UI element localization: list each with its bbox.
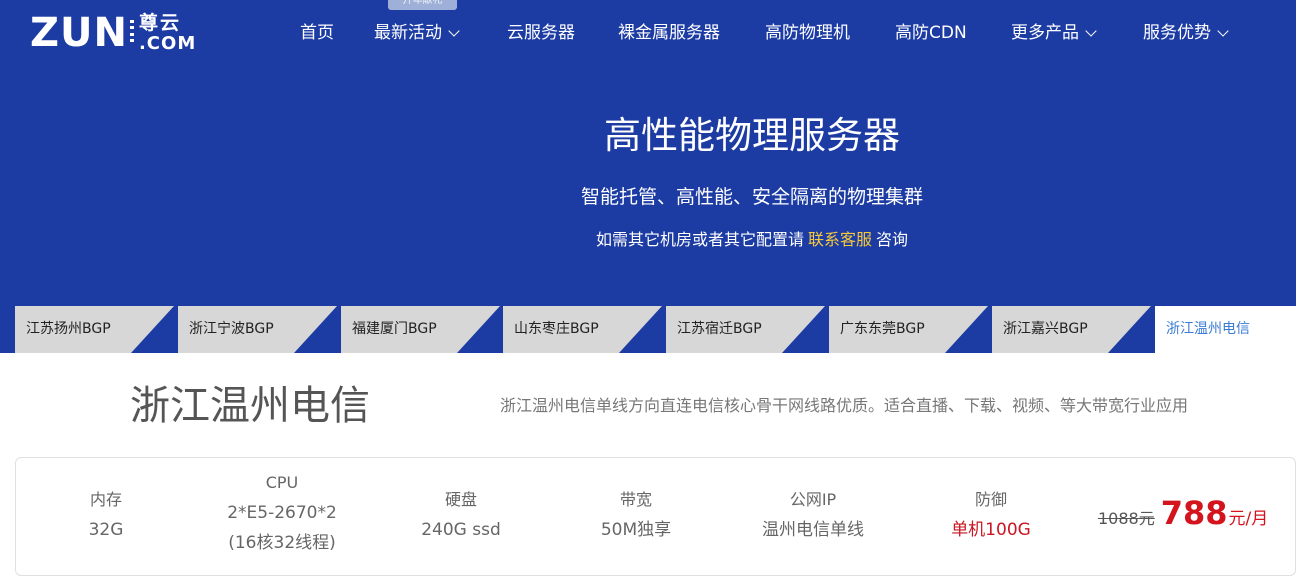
nav-item-label: 服务优势: [1143, 23, 1211, 43]
tab-label: 山东枣庄BGP: [503, 306, 619, 353]
price-unit: 元/月: [1228, 509, 1269, 529]
hero-subtitle: 智能托管、高性能、安全隔离的物理集群: [580, 186, 923, 208]
nav-item-cloud-server[interactable]: 云服务器: [507, 20, 575, 46]
spec-value: 240G ssd: [421, 520, 501, 540]
nav-item-more-products[interactable]: 更多产品: [1011, 20, 1097, 46]
spec-bandwidth: 带宽 50M独享: [566, 485, 706, 545]
logo-chinese: 尊云: [138, 12, 181, 34]
logo-dots-icon: [129, 20, 134, 42]
tab-label: 江苏扬州BGP: [15, 306, 131, 353]
tab-label: 广东东莞BGP: [829, 306, 945, 353]
region-description: 浙江温州电信单线方向直连电信核心骨干网线路优质。适合直播、下载、视频、等大带宽行…: [500, 396, 1189, 415]
nav-item-label: 首页: [300, 23, 334, 43]
hero-banner: ZUN 尊云 .COM 开年献礼 首页 最新活动 云服务器 裸金属服务器 高防物…: [0, 0, 1296, 353]
product-card: 内存 32G CPU 2*E5-2670*2 (16核32线程) 硬盘 240G…: [15, 457, 1296, 576]
logo[interactable]: ZUN 尊云 .COM: [30, 10, 196, 56]
region-title: 浙江温州电信: [130, 383, 370, 429]
spec-label: 防御: [974, 490, 1007, 509]
nav-item-home[interactable]: 首页: [300, 20, 334, 46]
tab-label: 浙江嘉兴BGP: [992, 306, 1108, 353]
spec-disk: 硬盘 240G ssd: [391, 485, 531, 545]
spec-cpu: CPU 2*E5-2670*2 (16核32线程): [202, 468, 362, 558]
hero-title: 高性能物理服务器: [604, 114, 900, 157]
spec-label: 公网IP: [789, 490, 837, 509]
spec-value: 单机100G: [951, 520, 1031, 540]
logo-wordmark: ZUN: [30, 10, 128, 56]
spec-value: 温州电信单线: [762, 520, 864, 540]
chevron-down-icon: [1085, 24, 1097, 37]
nav-item-label: 云服务器: [507, 23, 575, 43]
current-price: 788: [1160, 494, 1228, 532]
contact-support-link[interactable]: 联系客服: [808, 230, 872, 249]
original-price: 1088元: [1098, 509, 1155, 528]
nav-item-advantages[interactable]: 服务优势: [1143, 20, 1229, 46]
spec-value: 50M独享: [600, 520, 672, 540]
spec-public-ip: 公网IP 温州电信单线: [733, 485, 893, 545]
tab-label: 浙江温州电信: [1155, 306, 1296, 353]
tab-label: 江苏宿迁BGP: [666, 306, 782, 353]
hero-contact-line: 如需其它机房或者其它配置请 联系客服 咨询: [0, 228, 1296, 252]
contact-prefix: 如需其它机房或者其它配置请: [595, 230, 804, 249]
nav-item-label: 高防CDN: [895, 23, 967, 43]
tab-label: 福建厦门BGP: [341, 306, 457, 353]
region-tabs: 江苏扬州BGP 浙江宁波BGP 福建厦门BGP 山东枣庄BGP 江苏宿迁BGP …: [0, 306, 1296, 353]
spec-label: 硬盘: [444, 490, 477, 509]
chevron-down-icon: [448, 24, 460, 37]
contact-suffix: 咨询: [876, 230, 909, 249]
nav-item-label: 最新活动: [374, 23, 442, 43]
spec-memory: 内存 32G: [56, 485, 156, 545]
nav-item-ddos-physical[interactable]: 高防物理机: [765, 20, 850, 46]
spec-label: 带宽: [619, 490, 652, 509]
spec-value: 32G: [88, 520, 124, 540]
spec-defense: 防御 单机100G: [921, 485, 1061, 545]
nav-item-label: 更多产品: [1011, 23, 1079, 43]
spec-value: 2*E5-2670*2: [227, 503, 337, 523]
nav-item-label: 裸金属服务器: [618, 23, 720, 43]
spec-detail: (16核32线程): [228, 533, 336, 553]
nav-item-ddos-cdn[interactable]: 高防CDN: [895, 20, 967, 46]
logo-com: .COM: [138, 33, 197, 54]
price-block: 1088元 788 元/月: [1098, 494, 1288, 532]
spec-label: CPU: [265, 473, 299, 492]
nav-promo-badge: 开年献礼: [388, 0, 457, 10]
nav-item-label: 高防物理机: [765, 23, 850, 43]
nav-item-latest-events[interactable]: 最新活动: [374, 20, 460, 46]
spec-label: 内存: [89, 490, 122, 509]
nav-item-bare-metal[interactable]: 裸金属服务器: [618, 20, 720, 46]
tab-label: 浙江宁波BGP: [178, 306, 294, 353]
chevron-down-icon: [1217, 24, 1229, 37]
